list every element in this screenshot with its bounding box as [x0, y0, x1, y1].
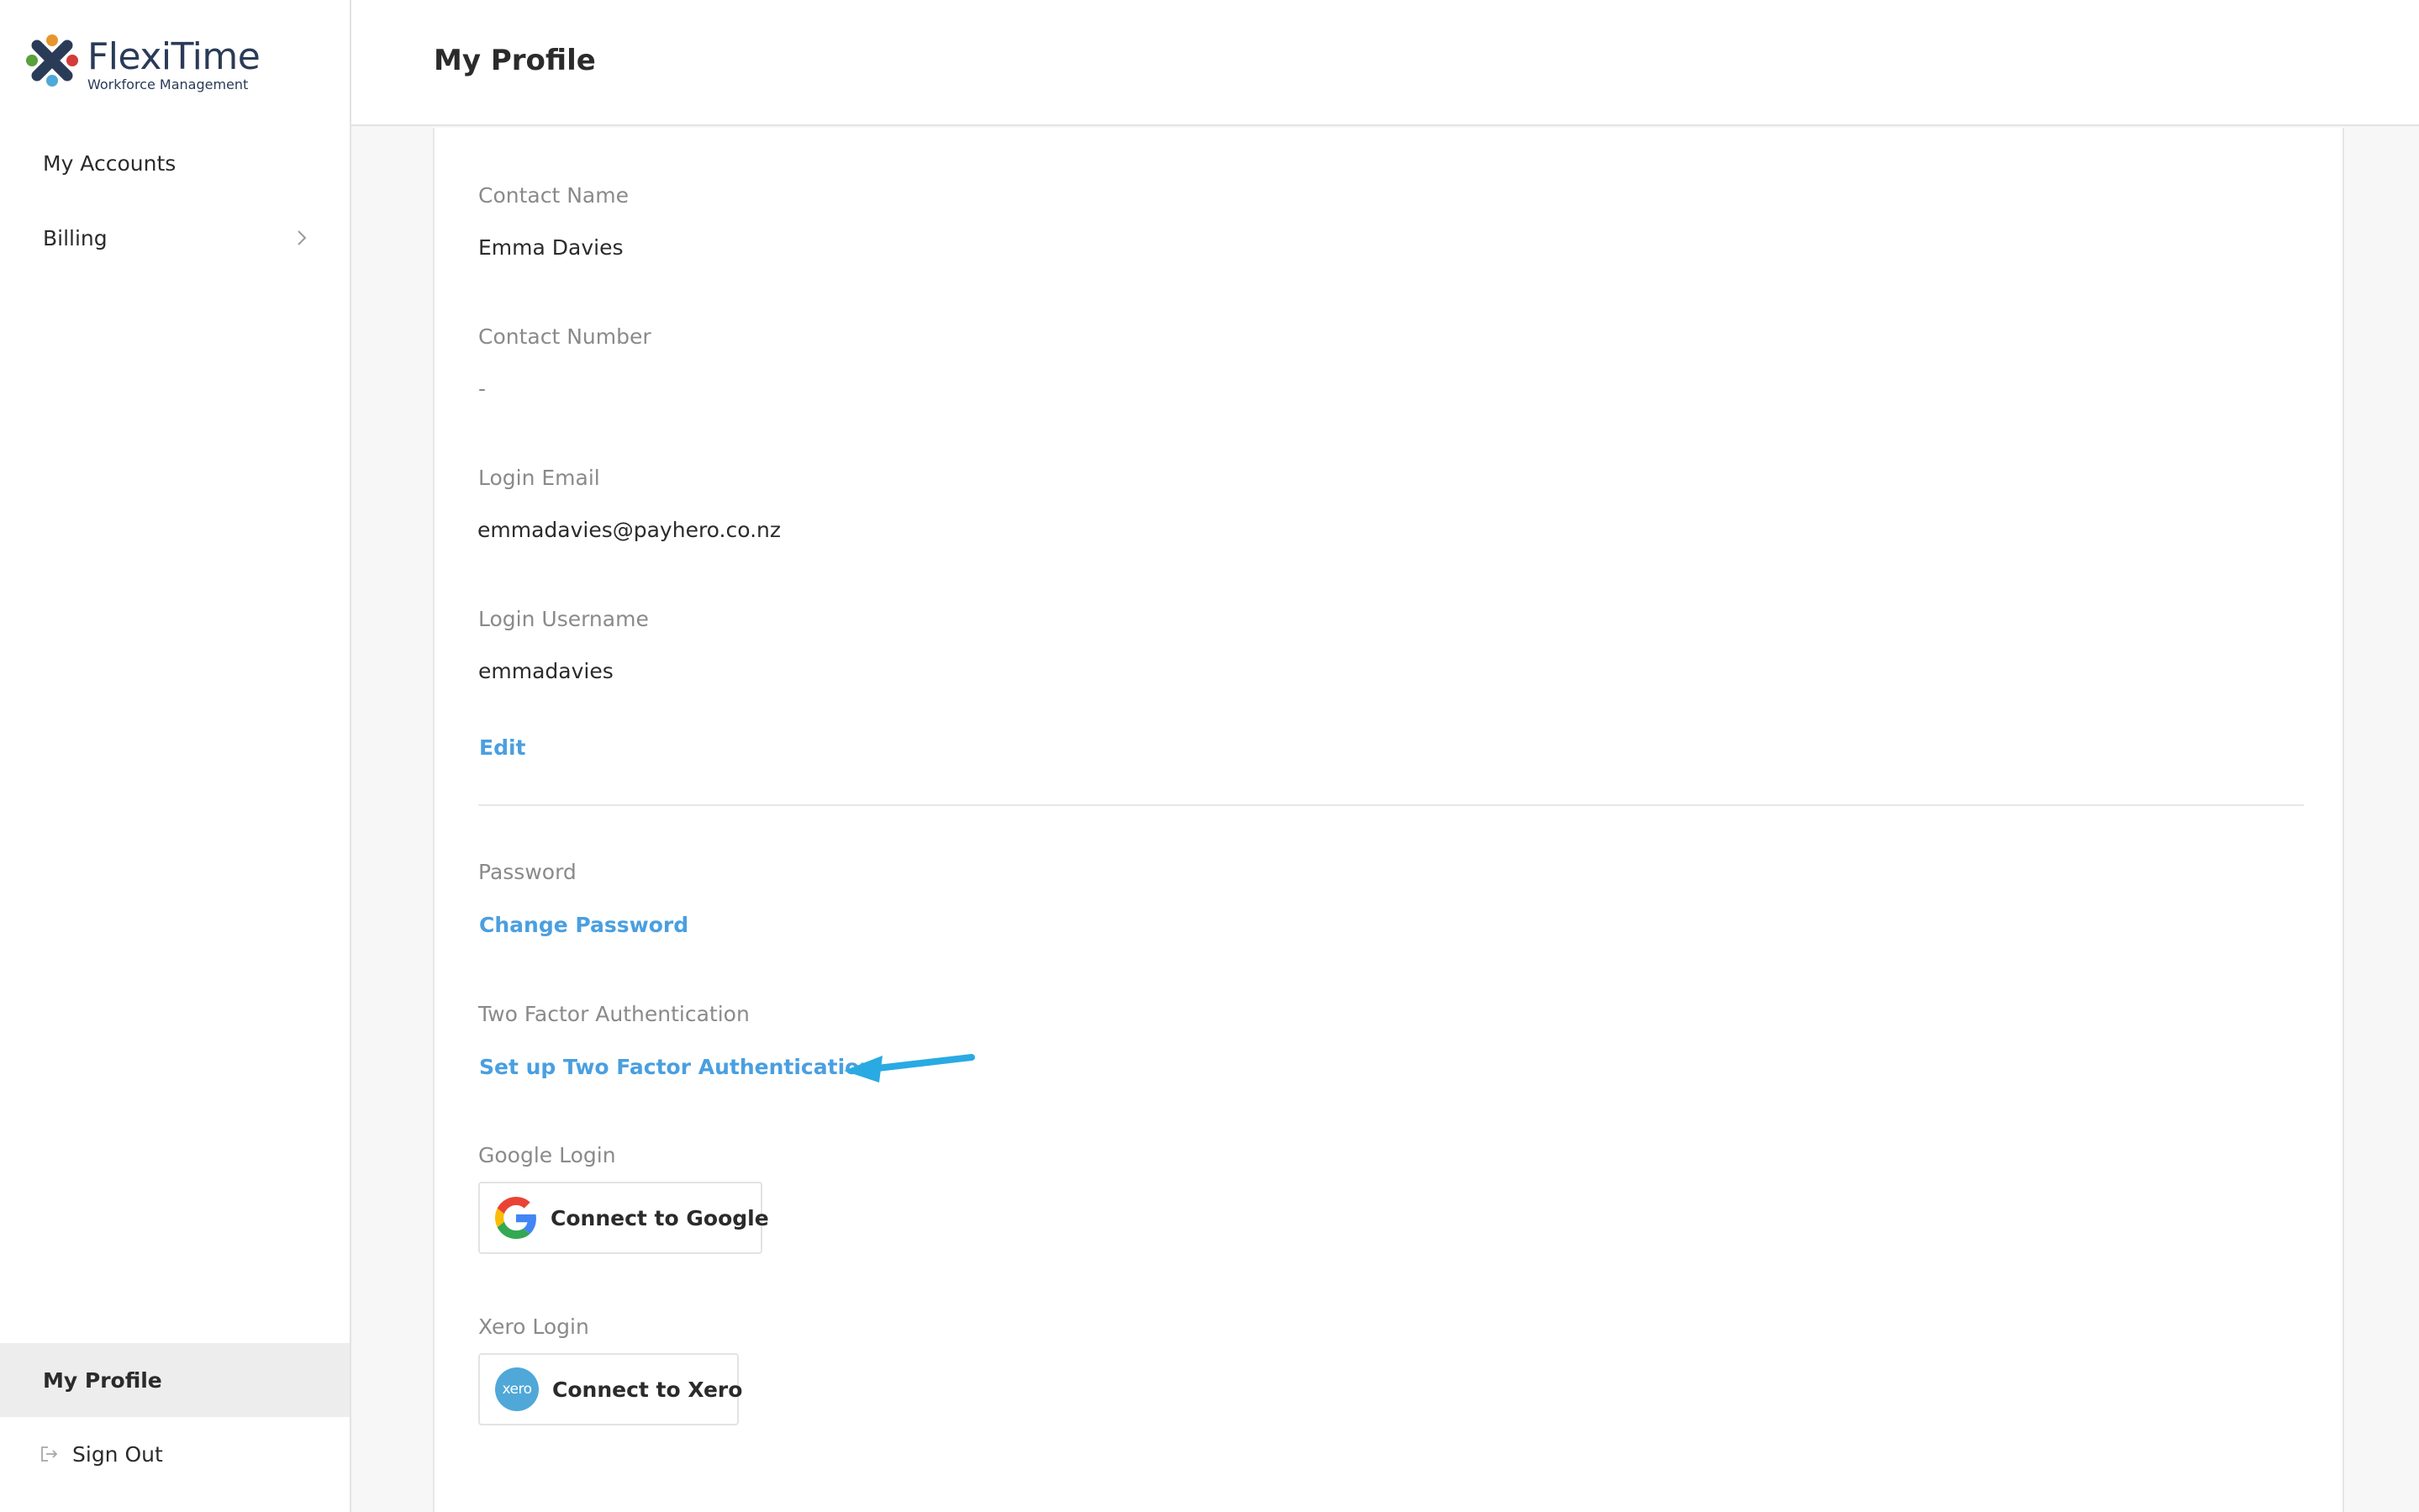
login-username-value: emmadavies [478, 659, 614, 683]
login-username-label: Login Username [478, 607, 649, 631]
xero-login-label: Xero Login [478, 1314, 589, 1339]
contact-number-label: Contact Number [478, 324, 651, 349]
connect-google-button[interactable]: Connect to Google [478, 1182, 769, 1254]
chevron-right-icon [296, 201, 308, 275]
xero-logo-icon: xero [495, 1367, 539, 1411]
change-password-link[interactable]: Change Password [479, 913, 688, 937]
setup-two-factor-link[interactable]: Set up Two Factor Authentication [479, 1055, 874, 1079]
flexitime-logo[interactable]: FlexiTime Workforce Management [25, 30, 269, 97]
edit-link[interactable]: Edit [479, 735, 526, 760]
page-header: My Profile [351, 0, 2419, 126]
sidebar-item-sign-out[interactable]: Sign Out [0, 1417, 350, 1491]
password-label: Password [478, 860, 577, 884]
annotation-arrow-icon [844, 1054, 975, 1083]
sign-out-icon [40, 1446, 59, 1462]
sidebar-item-billing[interactable]: Billing [0, 201, 350, 275]
logo-name: FlexiTime [87, 35, 261, 78]
google-login-label: Google Login [478, 1143, 616, 1167]
profile-card: Contact Name Emma Davies Contact Number … [433, 128, 2344, 1512]
sidebar-item-label: Sign Out [72, 1441, 163, 1467]
sidebar-item-my-accounts[interactable]: My Accounts [0, 126, 350, 200]
sidebar-item-label: Billing [43, 225, 108, 250]
connect-google-label: Connect to Google [551, 1205, 769, 1230]
contact-name-value: Emma Davies [478, 235, 624, 260]
contact-name-label: Contact Name [478, 183, 629, 208]
logo-tagline: Workforce Management [87, 76, 249, 92]
flexitime-logo-icon [26, 34, 78, 87]
login-email-value: emmadavies@payhero.co.nz [477, 518, 781, 542]
sidebar-item-label: My Profile [43, 1367, 162, 1393]
contact-number-value: - [478, 377, 487, 401]
section-divider [478, 804, 2304, 806]
sidebar-item-my-profile[interactable]: My Profile [0, 1343, 350, 1417]
sidebar: FlexiTime Workforce Management My Accoun… [0, 0, 351, 1512]
google-g-icon [495, 1196, 537, 1240]
login-email-label: Login Email [478, 466, 600, 490]
connect-xero-label: Connect to Xero [552, 1377, 743, 1402]
two-factor-label: Two Factor Authentication [478, 1002, 750, 1026]
connect-xero-button[interactable]: xero Connect to Xero [478, 1353, 743, 1425]
sidebar-item-label: My Accounts [43, 150, 177, 176]
page-title: My Profile [434, 44, 596, 77]
xero-logo-text: xero [495, 1367, 539, 1411]
